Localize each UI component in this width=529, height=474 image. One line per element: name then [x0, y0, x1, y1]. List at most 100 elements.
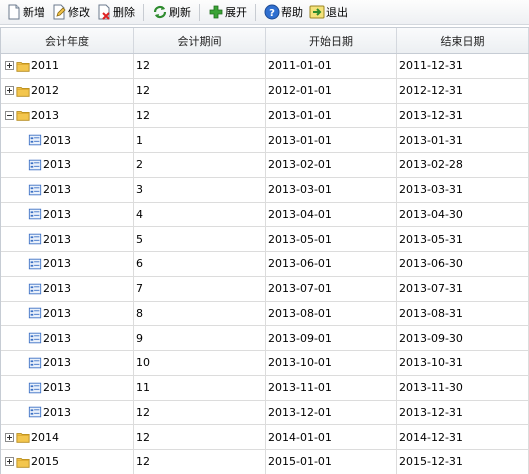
- fiscal-year-text: 2013: [43, 158, 71, 172]
- cell-start-date: 2013-01-01: [266, 128, 397, 152]
- cell-end-date: 2013-12-31: [397, 103, 529, 128]
- fiscal-year-text: 2013: [43, 405, 71, 419]
- delete-button[interactable]: 删除: [93, 2, 138, 22]
- fiscal-year-text: 2013: [43, 232, 71, 246]
- cell-start-date: 2013-04-01: [266, 202, 397, 227]
- toolbar: 新增 修改 删除 刷新 展开 ? 帮助 退出: [0, 0, 529, 25]
- cell-fiscal-year: 2013: [1, 301, 134, 326]
- tree-row-year[interactable]: 2014 12 2014-01-01 2014-12-31: [1, 425, 529, 450]
- cell-end-date: 2013-06-30: [397, 252, 529, 276]
- cell-fiscal-year: 2015: [1, 450, 134, 474]
- column-header-fiscal-year[interactable]: 会计年度: [1, 28, 134, 53]
- tree-row-period[interactable]: 2013 11 2013-11-01 2013-11-30: [1, 375, 529, 401]
- fiscal-year-text: 2013: [43, 207, 71, 221]
- cell-end-date: 2013-03-31: [397, 177, 529, 202]
- period-node-icon: [28, 258, 42, 270]
- cell-fiscal-year: 2013: [1, 103, 134, 128]
- expand-button-label: 展开: [225, 6, 247, 19]
- cell-fiscal-period: 2: [134, 153, 266, 177]
- folder-icon: [16, 86, 30, 97]
- cell-start-date: 2013-12-01: [266, 400, 397, 425]
- toolbar-separator: [199, 3, 200, 21]
- tree-row-period[interactable]: 2013 9 2013-09-01 2013-09-30: [1, 326, 529, 351]
- exit-icon: [309, 5, 325, 19]
- cell-fiscal-year: 2013: [1, 326, 134, 350]
- cell-end-date: 2013-05-31: [397, 227, 529, 251]
- cell-fiscal-period: 6: [134, 252, 266, 276]
- folder-icon: [16, 457, 30, 468]
- cell-end-date: 2013-09-30: [397, 326, 529, 350]
- cell-end-date: 2012-12-31: [397, 78, 529, 103]
- fiscal-year-text: 2013: [43, 257, 71, 271]
- tree-row-period[interactable]: 2013 6 2013-06-01 2013-06-30: [1, 252, 529, 277]
- cell-fiscal-period: 12: [134, 400, 266, 425]
- cell-fiscal-year: 2013: [1, 375, 134, 400]
- cell-fiscal-period: 8: [134, 301, 266, 326]
- cell-start-date: 2013-02-01: [266, 153, 397, 177]
- folder-icon: [16, 111, 30, 122]
- cell-fiscal-period: 11: [134, 375, 266, 400]
- cell-fiscal-year: 2013: [1, 153, 134, 177]
- refresh-button[interactable]: 刷新: [149, 2, 194, 22]
- expand-toggle-icon[interactable]: [5, 61, 14, 71]
- tree-row-year[interactable]: 2011 12 2011-01-01 2011-12-31: [1, 54, 529, 79]
- expand-toggle-icon[interactable]: [5, 457, 14, 467]
- fiscal-year-text: 2013: [43, 331, 71, 345]
- cell-end-date: 2013-08-31: [397, 301, 529, 326]
- tree-row-year[interactable]: 2012 12 2012-01-01 2012-12-31: [1, 78, 529, 104]
- edit-icon: [53, 4, 66, 20]
- fiscal-year-text: 2013: [43, 133, 71, 147]
- tree-row-period[interactable]: 2013 10 2013-10-01 2013-10-31: [1, 351, 529, 376]
- cell-start-date: 2013-11-01: [266, 375, 397, 400]
- tree-row-year[interactable]: 2013 12 2013-01-01 2013-12-31: [1, 103, 529, 129]
- fiscal-year-text: 2013: [43, 306, 71, 320]
- period-node-icon: [28, 134, 42, 146]
- grid-body: 2011 12 2011-01-01 2011-12-31 2012 12 2012-01-…: [1, 54, 529, 474]
- cell-fiscal-period: 9: [134, 326, 266, 350]
- cell-fiscal-period: 12: [134, 425, 266, 449]
- expand-toggle-icon[interactable]: [5, 432, 14, 442]
- tree-row-period[interactable]: 2013 3 2013-03-01 2013-03-31: [1, 177, 529, 203]
- cell-end-date: 2013-12-31: [397, 400, 529, 425]
- cell-end-date: 2013-02-28: [397, 153, 529, 177]
- expand-toggle-icon[interactable]: [5, 86, 14, 96]
- cell-fiscal-period: 10: [134, 351, 266, 375]
- tree-row-period[interactable]: 2013 2 2013-02-01 2013-02-28: [1, 153, 529, 178]
- expand-icon: [209, 5, 223, 19]
- cell-start-date: 2014-01-01: [266, 425, 397, 449]
- cell-fiscal-period: 12: [134, 54, 266, 78]
- tree-row-period[interactable]: 2013 5 2013-05-01 2013-05-31: [1, 227, 529, 252]
- cell-fiscal-year: 2013: [1, 177, 134, 202]
- column-header-end-date[interactable]: 结束日期: [397, 28, 529, 53]
- tree-row-year[interactable]: 2015 12 2015-01-01 2015-12-31: [1, 450, 529, 474]
- tree-row-period[interactable]: 2013 7 2013-07-01 2013-07-31: [1, 276, 529, 302]
- cell-start-date: 2015-01-01: [266, 450, 397, 474]
- cell-start-date: 2013-01-01: [266, 103, 397, 128]
- refresh-button-label: 刷新: [169, 6, 191, 19]
- tree-row-period[interactable]: 2013 4 2013-04-01 2013-04-30: [1, 202, 529, 228]
- fiscal-year-text: 2013: [43, 356, 71, 370]
- cell-fiscal-period: 12: [134, 103, 266, 128]
- tree-row-period[interactable]: 2013 8 2013-08-01 2013-08-31: [1, 301, 529, 327]
- tree-row-period[interactable]: 2013 1 2013-01-01 2013-01-31: [1, 128, 529, 153]
- exit-button[interactable]: 退出: [306, 2, 351, 22]
- help-button[interactable]: ? 帮助: [261, 2, 306, 22]
- collapse-toggle-icon[interactable]: [5, 110, 14, 120]
- cell-start-date: 2013-06-01: [266, 252, 397, 276]
- fiscal-year-text: 2013: [43, 381, 71, 395]
- period-node-icon: [28, 357, 42, 369]
- edit-button[interactable]: 修改: [48, 2, 93, 22]
- period-node-icon: [28, 233, 42, 245]
- fiscal-year-text: 2011: [31, 59, 59, 73]
- new-button[interactable]: 新增: [3, 2, 48, 22]
- cell-start-date: 2013-05-01: [266, 227, 397, 251]
- column-header-fiscal-period[interactable]: 会计期间: [134, 28, 266, 53]
- cell-fiscal-year: 2013: [1, 227, 134, 251]
- toolbar-separator: [255, 3, 256, 21]
- fiscal-year-text: 2015: [31, 455, 59, 469]
- tree-row-period[interactable]: 2013 12 2013-12-01 2013-12-31: [1, 400, 529, 426]
- column-header-start-date[interactable]: 开始日期: [266, 28, 397, 53]
- cell-fiscal-period: 12: [134, 450, 266, 474]
- cell-end-date: 2015-12-31: [397, 450, 529, 474]
- expand-button[interactable]: 展开: [205, 2, 250, 22]
